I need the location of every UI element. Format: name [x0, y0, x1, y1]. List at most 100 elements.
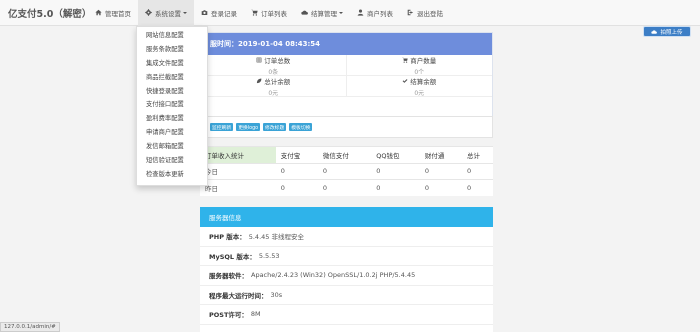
table-cell: 0 [317, 179, 372, 196]
menu-item-product-block[interactable]: 商品拦截配置 [137, 71, 207, 85]
nav-logout-label: 退出登陆 [417, 9, 443, 18]
logout-icon [407, 9, 414, 16]
menu-item-check-update[interactable]: 检查版本更新 [137, 168, 207, 182]
table-cell: 0 [317, 162, 372, 180]
table-row: 昨日 0 0 0 0 0 [200, 179, 493, 196]
photo-upload-label: 拍照上传 [660, 29, 683, 36]
revenue-table: 订单收入统计 支付宝 微信支付 QQ钱包 财付通 总计 今日 0 0 0 0 0… [200, 146, 493, 196]
stat-label: 商户数量 [410, 56, 437, 65]
switch-template-button[interactable]: 模板切换 [289, 123, 313, 131]
menu-item-sms-verify[interactable]: 短信验证配置 [137, 154, 207, 168]
column-header: 订单收入统计 [200, 146, 276, 163]
refresh-monitor-button[interactable]: 监控刷新 [210, 123, 234, 131]
server-info-row: PHP 版本： 5.4.45 非线程安全 [200, 227, 493, 247]
info-value: 8M [250, 310, 261, 319]
info-value: 5.4.45 非线程安全 [248, 233, 304, 242]
stats-grid: 订单总数 0条 商户数量 0个 总计余额 0元 结算余额 0元 [201, 55, 492, 97]
nav-merchants[interactable]: 商户列表 [350, 0, 400, 26]
column-header: 财付通 [419, 146, 462, 163]
stat-label: 结算余额 [410, 77, 437, 86]
info-label: PHP 版本： [209, 233, 246, 242]
grid-icon [256, 57, 262, 62]
check-icon [402, 78, 408, 83]
menu-item-profit-rate[interactable]: 盈利费率配置 [137, 112, 207, 126]
info-label: MySQL 版本： [209, 252, 256, 261]
server-time-heading: 服时间：2019-01-04 08:43:54 [201, 33, 492, 55]
edit-title-button[interactable]: 修改标题 [263, 123, 287, 131]
cart-icon [251, 9, 258, 16]
nav-orders-label: 订单列表 [261, 9, 287, 18]
nav-login-log-label: 登录记录 [211, 9, 237, 18]
column-header: QQ钱包 [371, 146, 420, 163]
stat-label: 总计余额 [264, 77, 291, 86]
nav-home[interactable]: 管理首页 [88, 0, 138, 26]
info-value: 5.5.53 [258, 251, 280, 260]
stat-label: 订单总数 [264, 56, 291, 65]
stat-value: 0元 [414, 89, 425, 97]
column-header: 微信支付 [317, 146, 372, 163]
menu-item-quick-login[interactable]: 快捷登录配置 [137, 85, 207, 99]
table-cell: 0 [419, 162, 462, 180]
user-icon [357, 9, 364, 16]
change-logo-button[interactable]: 更换logo [236, 123, 261, 131]
quick-actions: 监控刷新 更换logo 修改标题 模板切换 [200, 116, 493, 138]
nav-settings[interactable]: 系统设置 [138, 0, 194, 26]
table-cell: 0 [419, 179, 462, 196]
table-cell: 昨日 [200, 179, 276, 196]
nav-home-label: 管理首页 [105, 9, 131, 18]
cloud-icon [651, 29, 658, 34]
home-icon [95, 9, 102, 16]
cloud-upload-icon [301, 10, 308, 15]
info-label: 程序最大运行时间： [209, 291, 268, 300]
settings-dropdown-menu: 网站信息配置 服务条款配置 集成文件配置 商品拦截配置 快捷登录配置 支付接口配… [136, 26, 208, 186]
stat-merchant-count: 商户数量 0个 [346, 55, 492, 76]
table-cell: 0 [371, 162, 420, 180]
menu-item-terms[interactable]: 服务条款配置 [137, 43, 207, 57]
nav-orders[interactable]: 订单列表 [244, 0, 294, 26]
cart-icon [402, 57, 408, 63]
info-value: Apache/2.4.23 (Win32) OpenSSL/1.0.2j PHP… [251, 271, 416, 280]
nav-logout[interactable]: 退出登陆 [400, 0, 450, 26]
nav-merchants-label: 商户列表 [367, 9, 393, 18]
gear-icon [145, 9, 152, 16]
stat-value: 0元 [268, 89, 279, 97]
browser-status-url: 127.0.0.1/admin/# [0, 322, 60, 332]
info-label: POST许可： [209, 311, 248, 320]
server-info-row: MySQL 版本： 5.5.53 [200, 247, 493, 266]
table-cell: 今日 [200, 162, 276, 180]
server-info-panel: 服务器信息 PHP 版本： 5.4.45 非线程安全 MySQL 版本： 5.5.5… [200, 207, 493, 332]
caret-down-icon [339, 11, 343, 14]
nav-settlement[interactable]: 结算管理 [294, 0, 350, 26]
stat-order-count: 订单总数 0条 [201, 55, 347, 76]
stat-settle-balance: 结算余额 0元 [346, 76, 492, 97]
stat-total-balance: 总计余额 0元 [201, 76, 347, 97]
nav-settlement-label: 结算管理 [311, 9, 337, 18]
table-cell: 0 [371, 179, 420, 196]
column-header: 总计 [461, 146, 493, 163]
top-navbar: 亿支付5.0（解密） 管理首页 系统设置 登录记录 订单列表 结算管理 商户列表… [0, 0, 700, 26]
menu-item-mail-sender[interactable]: 发信邮箱配置 [137, 140, 207, 154]
menu-item-site-info[interactable]: 网站信息配置 [137, 29, 207, 43]
photo-upload-button[interactable]: 拍照上传 [643, 26, 691, 37]
menu-item-merchant-apply[interactable]: 申请商户配置 [137, 126, 207, 140]
column-header: 支付宝 [275, 146, 318, 163]
info-label: 服务器软件： [209, 272, 248, 281]
nav-login-log[interactable]: 登录记录 [194, 0, 244, 26]
caret-down-icon [183, 11, 187, 14]
leaf-icon [257, 78, 262, 83]
menu-item-payment-interface[interactable]: 支付接口配置 [137, 98, 207, 112]
brand-title[interactable]: 亿支付5.0（解密） [0, 6, 91, 20]
table-cell: 0 [275, 179, 318, 196]
table-cell: 0 [461, 179, 493, 196]
server-info-row: 程序最大运行时间： 30s [200, 286, 493, 305]
table-cell: 0 [275, 162, 318, 180]
server-info-heading: 服务器信息 [200, 207, 493, 227]
server-info-row: 服务器软件： Apache/2.4.23 (Win32) OpenSSL/1.0.… [200, 266, 493, 286]
server-info-row: POST许可： 8M [200, 305, 493, 325]
table-cell: 0 [461, 162, 493, 180]
stat-value: 0个 [414, 68, 425, 76]
nav-settings-label: 系统设置 [155, 9, 181, 18]
revenue-table-panel: 订单收入统计 支付宝 微信支付 QQ钱包 财付通 总计 今日 0 0 0 0 0… [200, 146, 493, 196]
menu-item-integration-file[interactable]: 集成文件配置 [137, 57, 207, 71]
table-row: 今日 0 0 0 0 0 [200, 162, 493, 180]
